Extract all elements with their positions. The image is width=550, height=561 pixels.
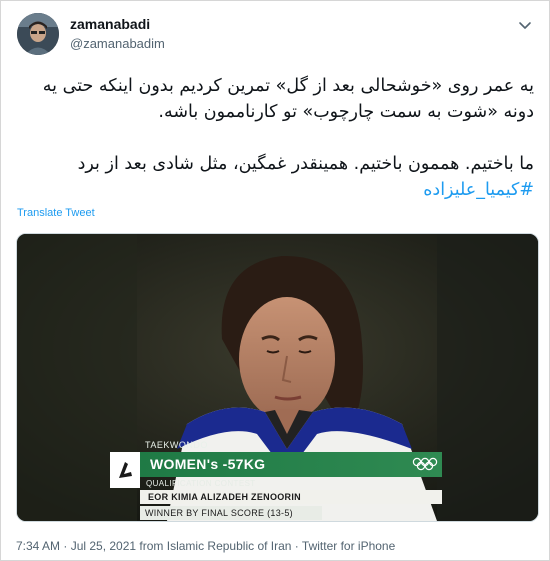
athlete-bar: EOR KIMIA ALIZADEH ZENOORIN: [140, 490, 442, 504]
tweet-timestamp[interactable]: 7:34 AM · Jul 25, 2021 from Islamic Repu…: [16, 539, 395, 553]
result-text: WINNER BY FINAL SCORE (13-5): [145, 508, 293, 518]
translate-tweet-link[interactable]: Translate Tweet: [17, 207, 95, 219]
athlete-photo: [17, 234, 538, 521]
user-handle[interactable]: @zamanabadim: [70, 36, 165, 51]
olympic-rings-icon: [412, 457, 438, 474]
tweet-media-image[interactable]: TAEKWONDO WOMEN's -57KG QUALIFICATION CO…: [16, 233, 539, 522]
tweet-paragraph: ما باختیم. هممون باختیم. همینقدر غمگین، …: [17, 151, 534, 203]
athlete-full-name: KIMIA ALIZADEH ZENOORIN: [171, 492, 301, 502]
sport-label: TAEKWONDO: [145, 440, 208, 450]
result-bar: WINNER BY FINAL SCORE (13-5): [140, 506, 322, 520]
taekwondo-logo-icon: [110, 452, 140, 488]
country-code: EOR: [148, 492, 169, 502]
stage-label: QUALIFICATION CONTEST: [146, 479, 256, 488]
tweet-card: zamanabadi @zamanabadim یه عمر روی «خوشح…: [0, 0, 550, 561]
event-bar: WOMEN's -57KG: [140, 452, 442, 477]
hashtag-link[interactable]: #کیمیا_علیزاده: [423, 180, 534, 200]
athlete-name: EOR KIMIA ALIZADEH ZENOORIN: [148, 492, 301, 502]
avatar[interactable]: [17, 13, 59, 55]
tweet-text: یه عمر روی «خوشحالی بعد از گل» تمرین کرد…: [17, 73, 534, 203]
display-name[interactable]: zamanabadi: [70, 16, 150, 32]
event-title: WOMEN's -57KG: [150, 456, 266, 472]
chevron-down-icon[interactable]: [517, 17, 533, 33]
tweet-paragraph: یه عمر روی «خوشحالی بعد از گل» تمرین کرد…: [42, 76, 534, 122]
tweet-paragraph-text: ما باختیم. هممون باختیم. همینقدر غمگین، …: [77, 154, 534, 174]
